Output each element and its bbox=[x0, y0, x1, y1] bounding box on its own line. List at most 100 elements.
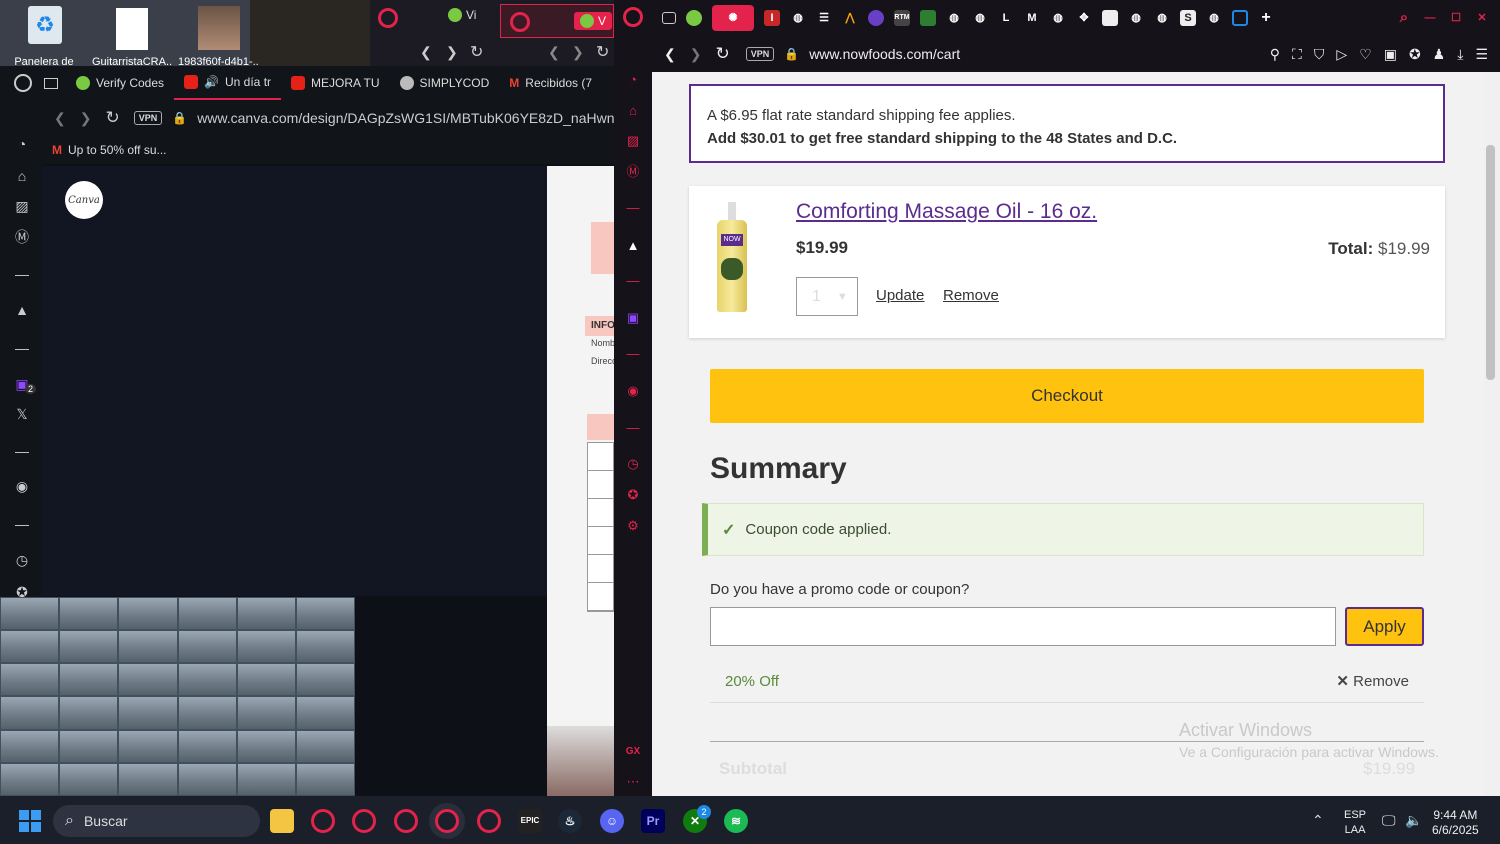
tab-globe-icon[interactable]: ◍ bbox=[946, 10, 962, 26]
update-link[interactable]: Update bbox=[876, 287, 924, 304]
video-thumbnail[interactable] bbox=[237, 664, 295, 696]
opera-gx-icon[interactable] bbox=[435, 809, 459, 833]
opera-icon[interactable] bbox=[311, 809, 335, 833]
network-icon[interactable]: 🖵 bbox=[1382, 812, 1396, 829]
url-field[interactable]: www.nowfoods.com/cart bbox=[809, 46, 960, 62]
tab-menu-icon[interactable]: ☰ bbox=[816, 10, 832, 26]
video-thumbnail[interactable] bbox=[119, 598, 177, 630]
video-thumbnail[interactable] bbox=[119, 631, 177, 663]
mini-tab-2[interactable]: V bbox=[574, 12, 613, 30]
canva-editor[interactable] bbox=[42, 166, 547, 596]
video-thumbnail[interactable] bbox=[178, 631, 236, 663]
video-thumbnail[interactable] bbox=[178, 763, 236, 795]
tab-globe-icon[interactable]: ◍ bbox=[1154, 10, 1170, 26]
tab-purple-icon[interactable] bbox=[868, 10, 884, 26]
file-explorer-icon[interactable] bbox=[270, 809, 294, 833]
taskbar-search[interactable]: ⌕ Buscar bbox=[53, 805, 260, 837]
clock[interactable]: 9:44 AM 6/6/2025 bbox=[1432, 808, 1479, 838]
heart-icon[interactable]: ♡ bbox=[1359, 46, 1372, 63]
tab-simplycod[interactable]: SIMPLYCOD bbox=[390, 66, 500, 100]
windows-start-icon[interactable] bbox=[19, 810, 41, 832]
video-thumbnail[interactable] bbox=[60, 598, 118, 630]
video-thumbnail[interactable] bbox=[60, 664, 118, 696]
shield-icon[interactable]: ⛉ bbox=[1314, 46, 1325, 63]
vector-icon[interactable]: ▲ bbox=[625, 238, 641, 254]
gx-icon[interactable]: GX bbox=[625, 744, 641, 760]
extensions-icon[interactable]: ✪ bbox=[625, 487, 641, 503]
aria-icon[interactable]: ⌂ bbox=[14, 168, 30, 184]
tab-verify-codes[interactable]: Verify Codes bbox=[66, 66, 174, 100]
back-icon[interactable]: ❮ bbox=[420, 44, 432, 61]
reload-icon[interactable]: ↻ bbox=[715, 44, 729, 64]
video-thumbnail[interactable] bbox=[237, 730, 295, 762]
twitch-icon[interactable]: ▣ bbox=[625, 310, 641, 326]
remove-item-link[interactable]: Remove bbox=[943, 287, 999, 304]
tab-m-icon[interactable]: M bbox=[1024, 10, 1040, 26]
video-thumbnail[interactable] bbox=[296, 664, 354, 696]
player-icon[interactable]: ◉ bbox=[625, 383, 641, 399]
tab-blue-icon[interactable] bbox=[1232, 10, 1248, 26]
reload-icon[interactable]: ↻ bbox=[470, 42, 483, 62]
desktop-icon-photo[interactable]: 1983f60f-d4b1-... bbox=[178, 0, 258, 68]
clock-icon[interactable]: ◷ bbox=[14, 552, 30, 568]
chevron-up-icon[interactable]: ⌃ bbox=[1312, 812, 1324, 829]
video-thumbnail[interactable] bbox=[1, 664, 59, 696]
messenger-icon[interactable]: Ⓜ bbox=[14, 229, 30, 245]
vpn-badge[interactable]: VPN bbox=[745, 47, 775, 61]
tab-youtube-2[interactable]: MEJORA TU bbox=[281, 66, 389, 100]
tab-rtm-icon[interactable]: RTM bbox=[894, 10, 910, 26]
video-thumbnail[interactable] bbox=[60, 697, 118, 729]
desktop-icon-recycle-bin[interactable]: ♻ Panelera de bbox=[4, 0, 84, 68]
maximize-icon[interactable]: ☐ bbox=[1448, 10, 1464, 26]
tab-green-box-icon[interactable] bbox=[920, 10, 936, 26]
tab-mountain-icon[interactable]: ⋀ bbox=[842, 10, 858, 26]
desktop-icon-file[interactable]: GuitarristaCRA... bbox=[92, 0, 172, 68]
clock-icon[interactable]: ◷ bbox=[625, 456, 641, 472]
reload-icon[interactable]: ↻ bbox=[596, 42, 609, 62]
video-thumbnail[interactable] bbox=[296, 763, 354, 795]
tab-s-icon[interactable]: S bbox=[1180, 10, 1196, 26]
video-thumbnail[interactable] bbox=[296, 697, 354, 729]
minimize-icon[interactable]: — bbox=[1422, 10, 1438, 26]
back-icon[interactable]: ❮ bbox=[664, 46, 676, 63]
scrollbar-thumb[interactable] bbox=[1486, 145, 1495, 380]
video-thumbnail[interactable] bbox=[178, 664, 236, 696]
video-thumbnail[interactable] bbox=[60, 763, 118, 795]
tab-globe-icon[interactable]: ◍ bbox=[790, 10, 806, 26]
tab-globe-icon[interactable]: ◍ bbox=[1050, 10, 1066, 26]
tab-active-flower-icon[interactable]: ✺ bbox=[712, 5, 754, 31]
tab-green-icon[interactable] bbox=[686, 10, 702, 26]
quantity-select[interactable]: 1 ▼ bbox=[796, 277, 858, 316]
tab-globe-icon[interactable]: ◍ bbox=[1206, 10, 1222, 26]
search-icon[interactable]: ⌕ bbox=[1396, 10, 1412, 26]
vector-icon[interactable]: ▲ bbox=[14, 302, 30, 318]
video-thumbnail[interactable] bbox=[178, 598, 236, 630]
tab-white-icon[interactable] bbox=[1102, 10, 1118, 26]
spotify-icon[interactable]: ◉ bbox=[14, 478, 30, 494]
tab-red-icon[interactable]: I bbox=[764, 10, 780, 26]
video-thumbnail[interactable] bbox=[119, 730, 177, 762]
video-thumbnail[interactable] bbox=[119, 697, 177, 729]
remove-discount-button[interactable]: ✕ Remove bbox=[1336, 672, 1409, 690]
video-thumbnail[interactable] bbox=[1, 730, 59, 762]
opera-logo-icon[interactable] bbox=[623, 7, 643, 27]
profile-icon[interactable]: ♟ bbox=[1433, 46, 1446, 63]
snapshot-icon[interactable]: ⛶ bbox=[1292, 46, 1302, 63]
new-tab-icon[interactable]: + bbox=[1258, 10, 1274, 26]
video-thumbnail[interactable] bbox=[60, 631, 118, 663]
wallet-icon[interactable]: ▨ bbox=[14, 198, 30, 214]
video-thumbnail[interactable] bbox=[296, 598, 354, 630]
mini-tab-1[interactable]: Vi bbox=[448, 8, 476, 22]
tab-l-icon[interactable]: L bbox=[998, 10, 1014, 26]
video-thumbnail[interactable] bbox=[296, 631, 354, 663]
tab-globe-icon[interactable]: ◍ bbox=[972, 10, 988, 26]
video-thumbnail[interactable] bbox=[237, 598, 295, 630]
aria-icon[interactable]: ⌂ bbox=[625, 103, 641, 119]
settings-icon[interactable]: ⚙ bbox=[625, 518, 641, 534]
video-thumbnail[interactable] bbox=[296, 730, 354, 762]
video-thumbnail[interactable] bbox=[1, 598, 59, 630]
discord-icon[interactable]: ☺ bbox=[600, 809, 624, 833]
back-icon[interactable]: ❮ bbox=[548, 44, 560, 61]
forward-icon[interactable]: ❯ bbox=[80, 110, 92, 127]
menu-icon[interactable]: ☰ bbox=[1475, 46, 1488, 63]
